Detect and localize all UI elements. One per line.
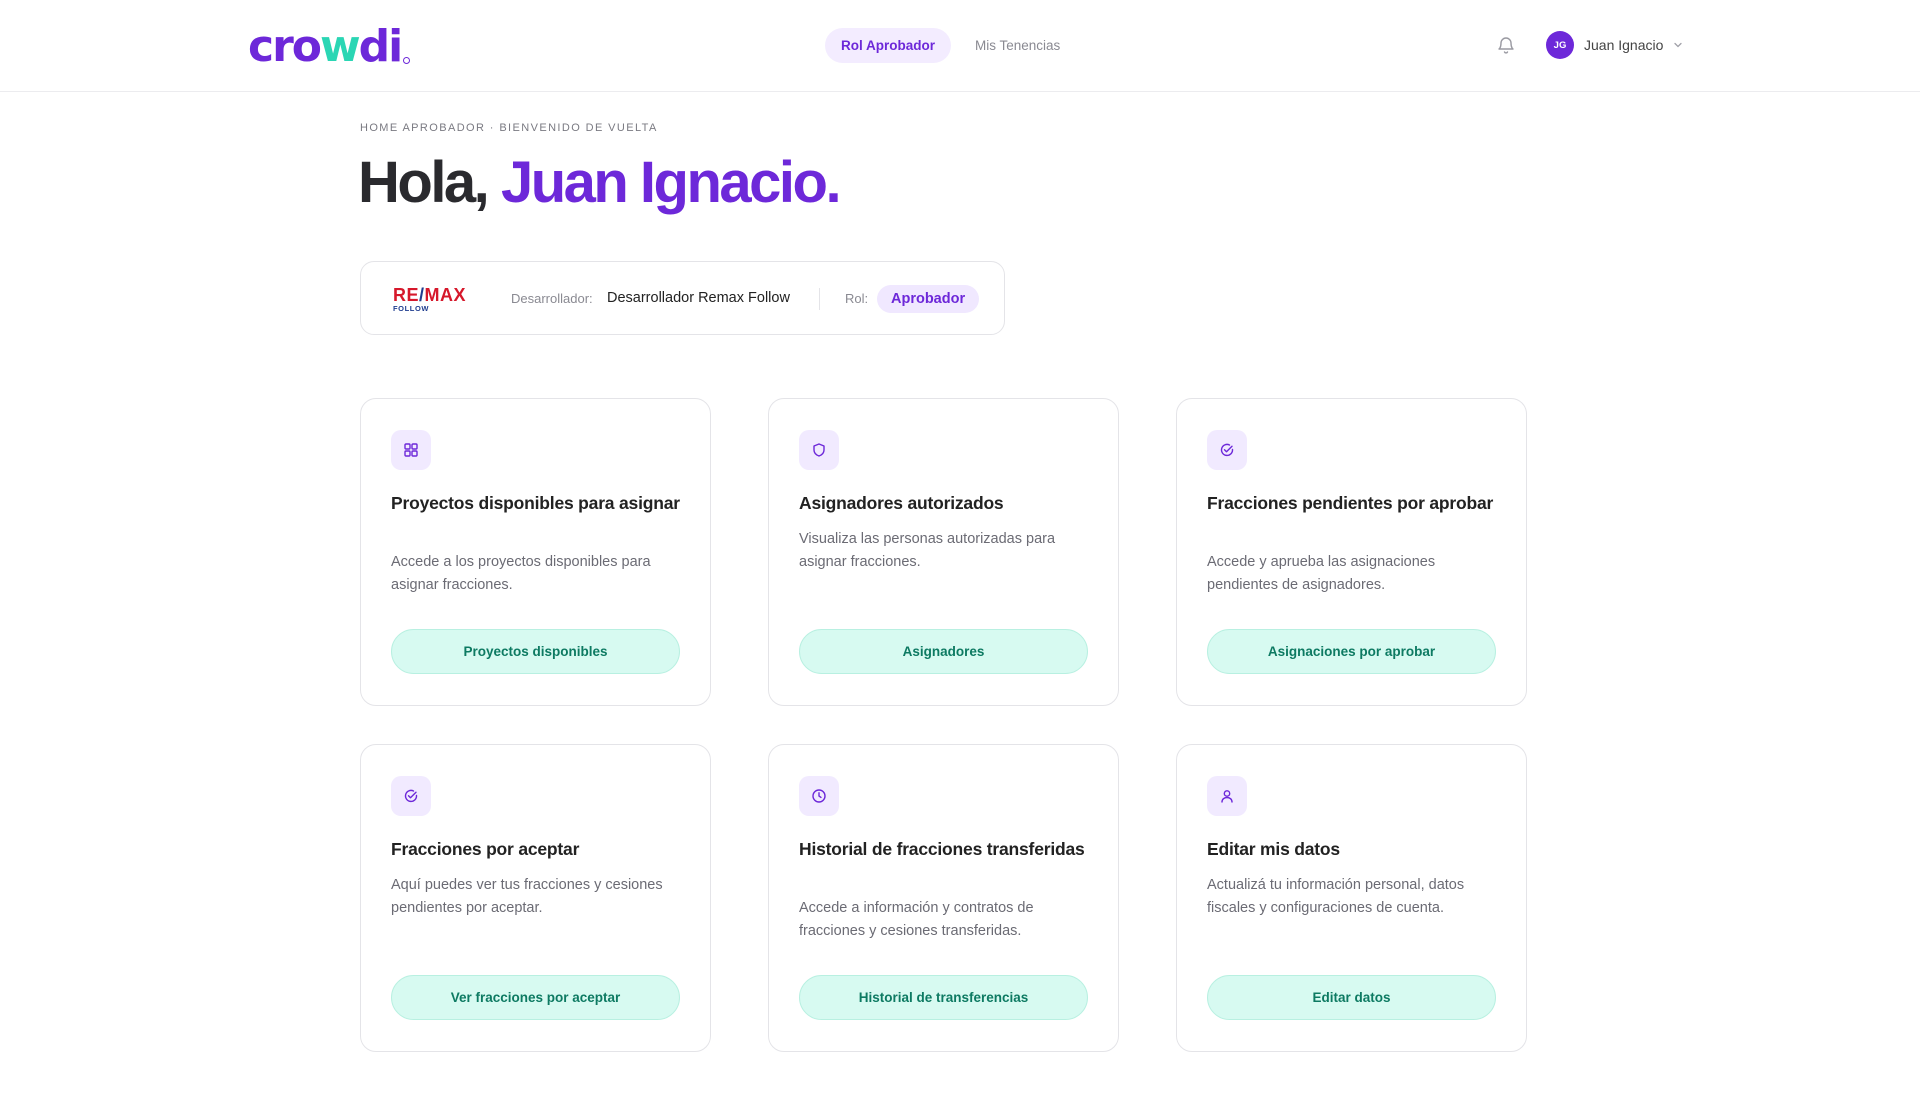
user-name: Juan Ignacio [1584, 37, 1664, 53]
card-fracciones-por-aceptar: Fracciones por aceptar Aquí puedes ver t… [360, 744, 711, 1052]
card-fracciones-pendientes: Fracciones pendientes por aprobar Accede… [1176, 398, 1527, 706]
proyectos-disponibles-button[interactable]: Proyectos disponibles [391, 629, 680, 674]
card-title: Editar mis datos [1207, 839, 1340, 859]
page-title: Hola, Juan Ignacio. [358, 148, 842, 218]
developer-value: Desarrollador Remax Follow [607, 290, 790, 306]
card-description: Aquí puedes ver tus fracciones y cesione… [391, 877, 663, 916]
top-header: crowdi Rol Aprobador Mis Tenencias JG Ju… [0, 0, 1920, 92]
editar-datos-button[interactable]: Editar datos [1207, 975, 1496, 1020]
rol-badge: Aprobador [877, 285, 980, 313]
nav-mis-tenencias[interactable]: Mis Tenencias [959, 28, 1076, 63]
card-title: Proyectos disponibles para asignar [391, 493, 680, 513]
rol-label: Rol: [845, 291, 869, 306]
avatar: JG [1546, 31, 1574, 59]
chevron-down-icon [1674, 42, 1683, 48]
check-circle-icon [391, 776, 431, 816]
card-description: Visualiza las personas autorizadas para … [799, 531, 1056, 570]
shield-icon [799, 430, 839, 470]
card-title: Historial de fracciones transferidas [799, 839, 1085, 859]
card-description: Actualizá tu información personal, datos… [1207, 877, 1465, 916]
grid-icon [391, 430, 431, 470]
greeting-text: Hola, [358, 150, 490, 215]
card-asignadores-autorizados: Asignadores autorizados Visualiza las pe… [768, 398, 1119, 706]
nav-rol-aprobador[interactable]: Rol Aprobador [825, 28, 951, 63]
card-description: Accede y aprueba las asignaciones pendie… [1207, 554, 1436, 593]
main-nav: Rol Aprobador Mis Tenencias [825, 28, 1076, 63]
logo-wordmark: crowdi [248, 21, 403, 72]
remax-follow-logo: RE/MAX FOLLOW [393, 285, 467, 313]
user-icon [1207, 776, 1247, 816]
logo-dot [403, 57, 411, 64]
divider [819, 288, 820, 310]
card-proyectos-disponibles: Proyectos disponibles para asignar Acced… [360, 398, 711, 706]
check-circle-icon [1207, 430, 1247, 470]
greeting-name: Juan Ignacio. [500, 150, 842, 215]
card-title: Fracciones por aceptar [391, 839, 580, 859]
card-historial-fracciones: Historial de fracciones transferidas Acc… [768, 744, 1119, 1052]
asignadores-button[interactable]: Asignadores [799, 629, 1088, 674]
user-menu[interactable]: JG Juan Ignacio [1546, 31, 1683, 59]
asignaciones-por-aprobar-button[interactable]: Asignaciones por aprobar [1207, 629, 1496, 674]
card-description: Accede a los proyectos disponibles para … [391, 554, 651, 593]
clock-icon [799, 776, 839, 816]
crowdi-logo[interactable]: crowdi [248, 21, 411, 72]
card-description: Accede a información y contratos de frac… [799, 900, 1034, 939]
developer-info-card: RE/MAX FOLLOW Desarrollador: Desarrollad… [360, 261, 1005, 335]
historial-de-transferencias-button[interactable]: Historial de transferencias [799, 975, 1088, 1020]
breadcrumb: HOME APROBADOR · BIENVENIDO DE VUELTA [360, 122, 658, 134]
card-title: Asignadores autorizados [799, 493, 1004, 513]
card-title: Fracciones pendientes por aprobar [1207, 493, 1494, 513]
card-editar-mis-datos: Editar mis datos Actualizá tu informació… [1176, 744, 1527, 1052]
bell-icon[interactable] [1497, 35, 1515, 55]
developer-label: Desarrollador: [511, 291, 593, 306]
ver-fracciones-por-aceptar-button[interactable]: Ver fracciones por aceptar [391, 975, 680, 1020]
